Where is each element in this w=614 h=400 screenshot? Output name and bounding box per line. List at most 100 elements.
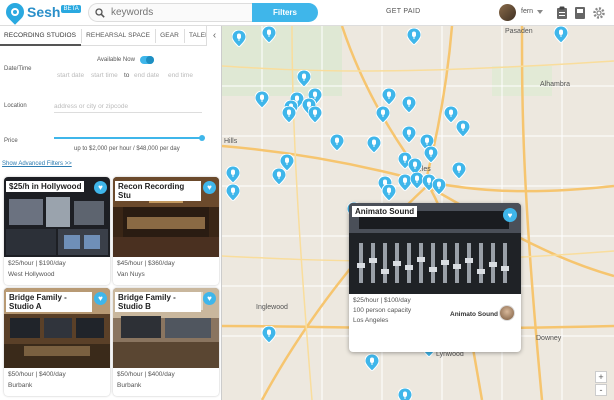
listing-price: $50/hour | $400/day [8,371,66,378]
location-label: Location [4,103,27,109]
listing-card[interactable]: Recon Recording Stu ♥ $45/hour | $360/da… [113,177,219,285]
map-pin-icon[interactable] [382,184,396,201]
heart-icon[interactable]: ♥ [94,292,107,305]
beta-badge: BETA [61,5,81,13]
heart-icon[interactable]: ♥ [203,181,216,194]
popup-location: Los Angeles [353,317,389,324]
map-label-hills: Hills [224,138,238,145]
map-pin-icon[interactable] [367,136,381,153]
map-pin-icon[interactable] [452,162,466,179]
chevron-left-icon[interactable]: ‹ [206,26,221,46]
popup-capacity: 100 person capacity [353,307,412,314]
map-pin-icon[interactable] [382,88,396,105]
listing-location: Burbank [8,382,33,389]
map-pin-icon[interactable] [432,178,446,195]
available-now-label: Available Now [97,57,135,63]
heart-icon[interactable]: ♥ [203,292,216,305]
date-time-label: Date/Time [4,66,32,72]
map-label-downey: Downey [536,335,562,342]
listing-title[interactable]: Bridge Family - Studio B [115,292,201,312]
end-time-field[interactable]: end time [168,72,193,79]
listing-title[interactable]: Bridge Family - Studio A [6,292,92,312]
listing-card[interactable]: $25/h in Hollywood ♥ $25/hour | $190/day… [4,177,110,285]
username[interactable]: fern [521,8,533,15]
host-avatar[interactable] [499,305,515,321]
map-pin-icon[interactable] [255,91,269,108]
to-label: to [124,72,130,79]
listing-price: $25/hour | $190/day [8,260,66,267]
top-bar: Sesh BETA Filters GET PAID fern [0,0,614,26]
search-icon [95,7,105,18]
logo-pin-icon [2,0,28,25]
map-pin-icon[interactable] [456,120,470,137]
filter-panel: RECORDING STUDIOS REHEARSAL SPACE GEAR T… [0,26,222,400]
map-label-inglewood: Inglewood [256,304,288,311]
gear-icon[interactable] [592,6,606,20]
map-pin-icon[interactable] [282,106,296,123]
tab-recording-studios[interactable]: RECORDING STUDIOS [0,26,82,46]
chevron-down-icon[interactable] [537,10,543,14]
advanced-filters-link[interactable]: Show Advanced Filters >> [2,161,72,167]
map-pin-icon[interactable] [308,106,322,123]
listing-location: West Hollywood [8,271,55,278]
heart-icon[interactable]: ♥ [94,181,107,194]
end-date-field[interactable]: end date [134,72,159,79]
map-pin-icon[interactable] [365,354,379,371]
zoom-out-button[interactable]: - [595,384,607,396]
map-pin-icon[interactable] [407,28,421,45]
map-pin-icon[interactable] [226,184,240,201]
map-label-lynwood: Lynwood [436,351,464,358]
tab-gear[interactable]: GEAR [156,26,184,46]
start-date-field[interactable]: start date [57,72,84,79]
location-underline [54,112,202,113]
logo-text: Sesh [27,4,61,20]
search-box[interactable] [88,3,252,22]
popup-host-name[interactable]: Animato Sound [450,311,498,318]
zoom-in-button[interactable]: + [595,371,607,383]
map-pin-icon[interactable] [262,326,276,343]
get-paid-link[interactable]: GET PAID [386,8,420,15]
map-pin-icon[interactable] [402,126,416,143]
listing-popup[interactable]: Animato Sound ♥ $25/hour | $100/day 100 … [349,203,521,352]
price-label: Price [4,138,18,144]
map-pin-icon[interactable] [232,30,246,47]
user-avatar[interactable] [499,4,516,21]
listing-price: $50/hour | $400/day [117,371,175,378]
available-now-toggle[interactable] [140,56,154,64]
map-pin-icon[interactable] [554,26,568,43]
price-range-text: up to $2,000 per hour / $48,000 per day [74,146,180,152]
listing-title[interactable]: $25/h in Hollywood [6,181,85,192]
listing-title[interactable]: Recon Recording Stu [115,181,201,201]
listing-location: Burbank [117,382,142,389]
popup-title[interactable]: Animato Sound [352,206,418,217]
map-label-alhambra: Alhambra [540,81,570,88]
price-slider-handle[interactable] [199,135,205,141]
category-tabs: RECORDING STUDIOS REHEARSAL SPACE GEAR T… [0,26,221,46]
heart-icon[interactable]: ♥ [503,208,517,222]
filters-button[interactable]: Filters [252,3,318,22]
map-pin-icon[interactable] [330,134,344,151]
logo[interactable]: Sesh BETA [2,0,81,25]
map-pin-icon[interactable] [226,166,240,183]
search-input[interactable] [111,7,241,18]
map-pin-icon[interactable] [262,26,276,43]
map-pin-icon[interactable] [376,106,390,123]
clipboard-icon[interactable] [556,6,568,20]
map-pin-icon[interactable] [402,96,416,113]
map-pin-icon[interactable] [398,388,412,400]
map-pin-icon[interactable] [297,70,311,87]
price-slider[interactable] [54,137,202,139]
map-label-pasadena: Pasaden [505,28,533,35]
book-icon[interactable] [574,6,586,20]
map-pin-icon[interactable] [272,168,286,185]
listing-location: Van Nuys [117,271,145,278]
popup-price: $25/hour | $100/day [353,297,411,304]
start-time-field[interactable]: start time [91,72,118,79]
listing-card[interactable]: Bridge Family - Studio A ♥ $50/hour | $4… [4,288,110,396]
app: Sesh BETA Filters GET PAID fern [0,0,614,400]
location-input[interactable]: address or city or zipcode [54,103,128,110]
listing-card[interactable]: Bridge Family - Studio B ♥ $50/hour | $4… [113,288,219,396]
listing-price: $45/hour | $360/day [117,260,175,267]
tab-rehearsal-space[interactable]: REHEARSAL SPACE [82,26,155,46]
map-pin-icon[interactable] [424,146,438,163]
